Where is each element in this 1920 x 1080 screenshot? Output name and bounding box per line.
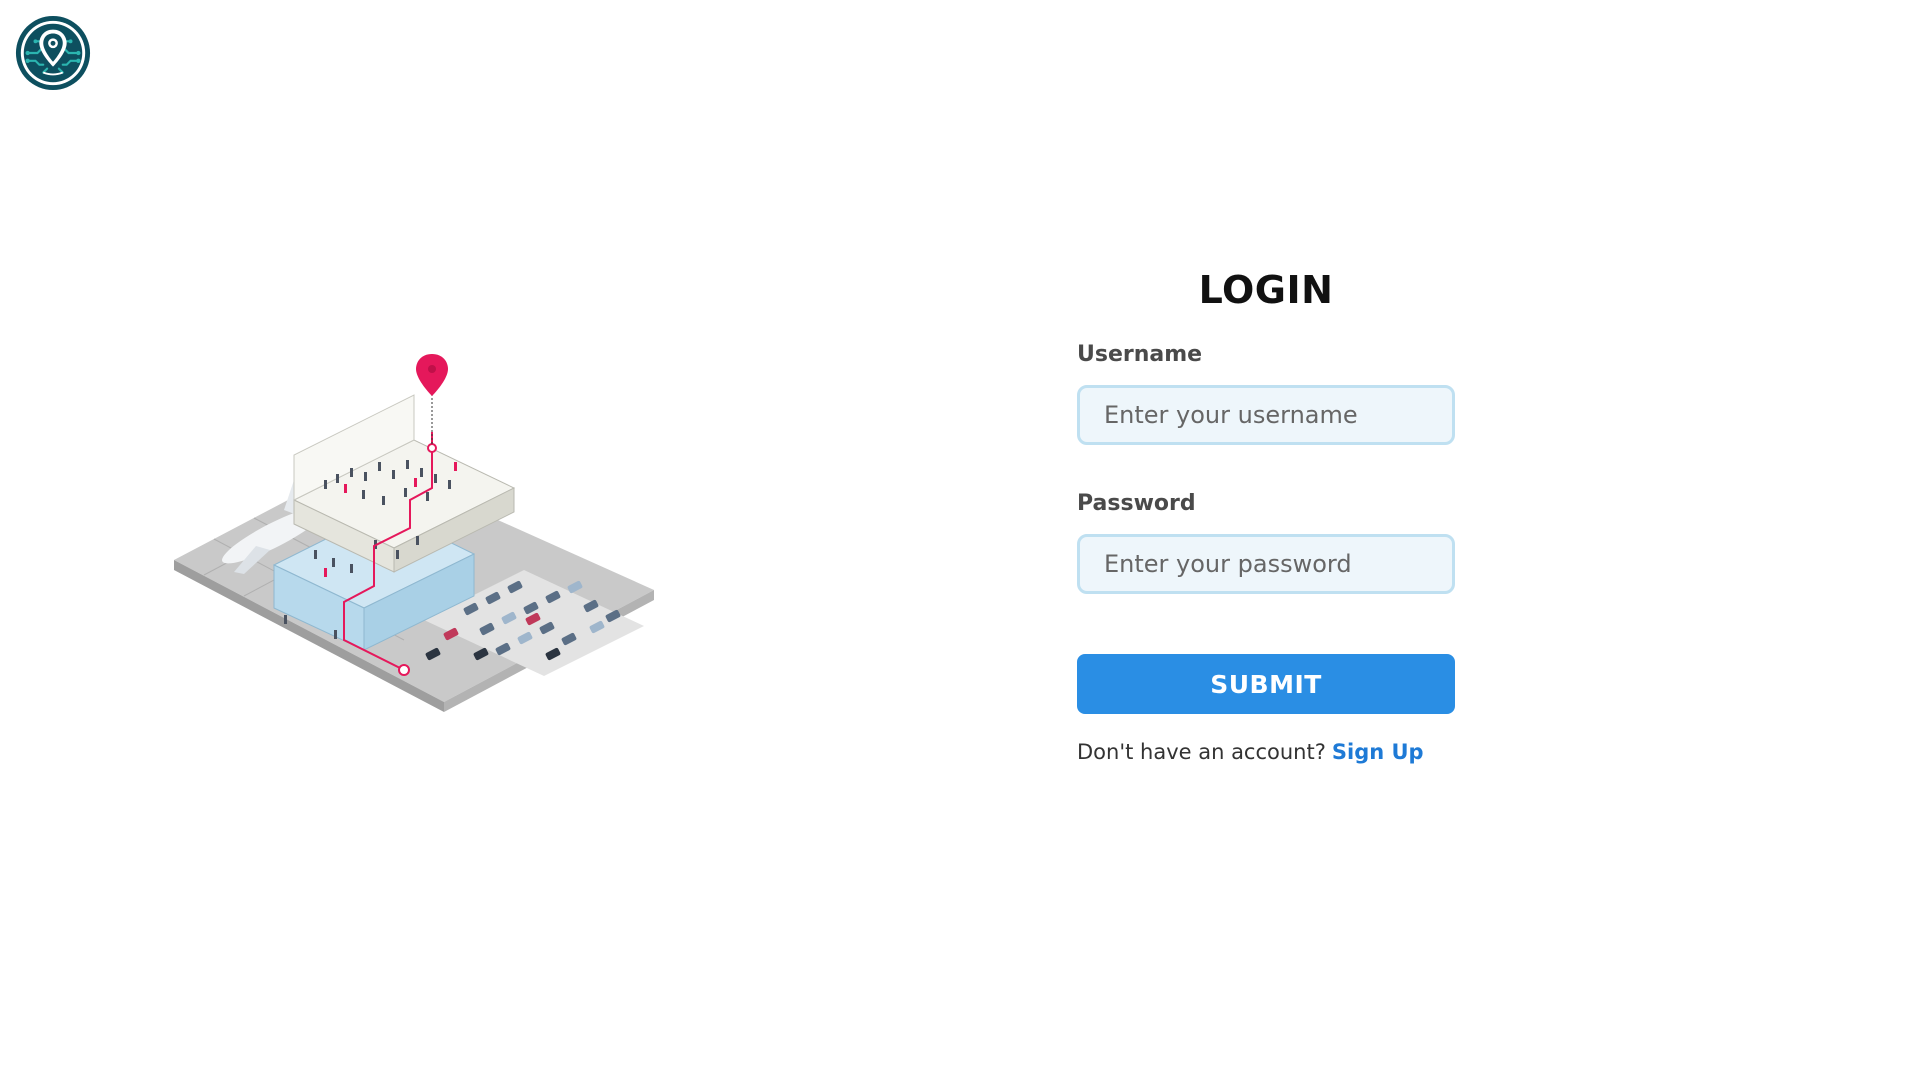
app-logo[interactable]	[14, 14, 92, 92]
username-label: Username	[1077, 342, 1203, 367]
map-pin-circuit-icon	[15, 15, 91, 91]
airport-isometric-illustration	[174, 354, 654, 712]
airport-illustration	[174, 350, 654, 730]
signup-link[interactable]: Sign Up	[1332, 740, 1424, 764]
signup-row: Don't have an account? Sign Up	[1077, 740, 1455, 764]
login-page: LOGIN Username Password SUBMIT Don't hav…	[0, 0, 1920, 1080]
signup-prompt: Don't have an account?	[1077, 740, 1326, 764]
submit-button[interactable]: SUBMIT	[1077, 654, 1455, 714]
username-input[interactable]	[1077, 385, 1455, 445]
password-label: Password	[1077, 491, 1196, 516]
login-form: LOGIN Username Password SUBMIT Don't hav…	[1077, 268, 1455, 764]
page-title: LOGIN	[1198, 268, 1334, 312]
password-input[interactable]	[1077, 534, 1455, 594]
